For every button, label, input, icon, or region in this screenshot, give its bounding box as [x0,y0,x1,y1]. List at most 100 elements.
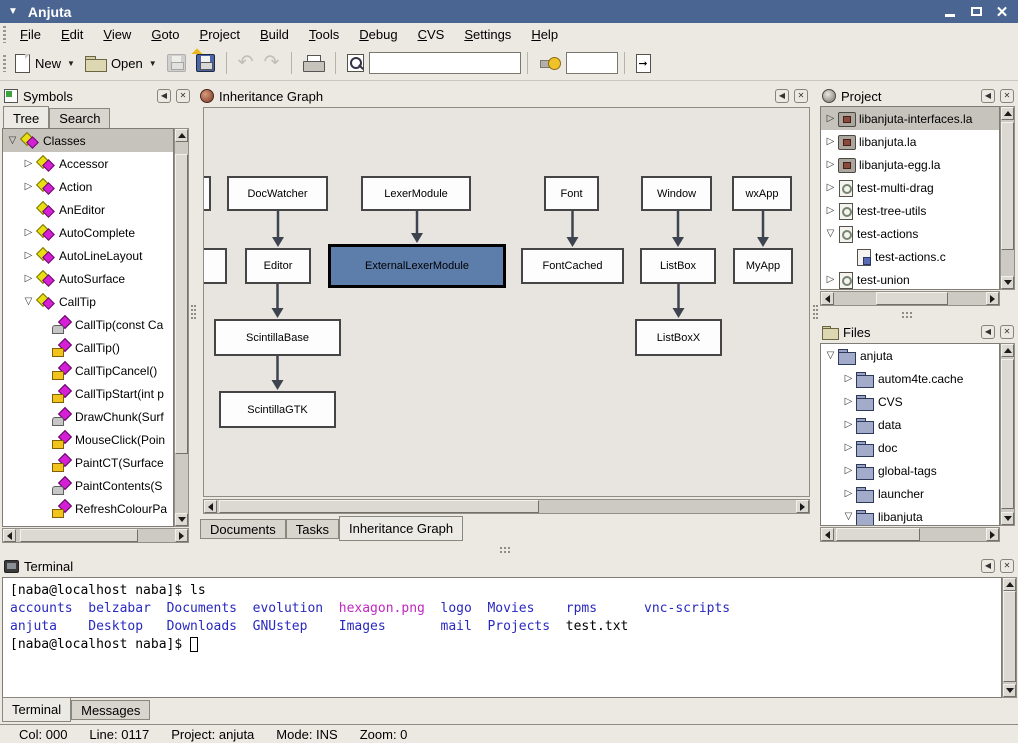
scrollbar-track[interactable] [834,292,986,305]
tree-row-aneditor[interactable]: AnEditor [3,198,173,221]
tab-terminal[interactable]: Terminal [2,697,71,722]
terminal-output[interactable]: [naba@localhost naba]$ lsaccounts belzab… [2,577,1002,698]
terminal-splitter-grip[interactable] [500,547,512,553]
tree-row-paintcontents-s[interactable]: PaintContents(S [3,474,173,497]
tree-row-test-actions-c[interactable]: test-actions.c [821,245,999,268]
expander-closed-icon[interactable]: ▷ [21,181,36,192]
menu-debug[interactable]: Debug [349,23,407,46]
tree-row-drawchunk-surf[interactable]: DrawChunk(Surf [3,405,173,428]
graph-node-scintillabase[interactable]: ScintillaBase [214,319,341,356]
tree-row-autosurface[interactable]: ▷AutoSurface [3,267,173,290]
scroll-up-button[interactable] [1001,107,1014,120]
tree-row-classes[interactable]: ▽Classes [3,129,173,152]
save-button[interactable] [162,51,191,75]
tree-row-cvs[interactable]: ▷CVS [821,390,999,413]
scroll-right-button[interactable] [175,529,188,542]
scroll-left-button[interactable] [204,500,217,513]
tree-row-calltip[interactable]: ▽CallTip [3,290,173,313]
left-splitter-grip[interactable] [191,305,197,321]
find-button[interactable] [342,51,369,75]
expander-closed-icon[interactable]: ▷ [823,113,838,124]
tree-row-calltipcancel[interactable]: CallTipCancel() [3,359,173,382]
tree-row-launcher[interactable]: ▷launcher [821,482,999,505]
open-dropdown-icon[interactable]: ▼ [149,59,157,68]
graph-node-myapp[interactable]: MyApp [733,248,793,284]
window-menu-icon[interactable]: ▼ [8,6,18,17]
scroll-right-button[interactable] [796,500,809,513]
tab-tasks[interactable]: Tasks [286,519,339,539]
graph-node-docwatcher[interactable]: DocWatcher [227,176,328,211]
expander-closed-icon[interactable]: ▷ [841,396,856,407]
symbols-horizontal-scrollbar[interactable] [2,528,189,543]
graph-node-externallexermodule[interactable]: ExternalLexerModule [328,244,506,288]
menu-goto[interactable]: Goto [141,23,189,46]
scroll-up-button[interactable] [175,129,188,142]
tree-row-autocomplete[interactable]: ▷AutoComplete [3,221,173,244]
graph-node-wxapp[interactable]: wxApp [732,176,792,211]
scrollbar-track[interactable] [175,142,188,513]
tree-row-test-tree-utils[interactable]: ▷test-tree-utils [821,199,999,222]
scrollbar-thumb[interactable] [876,292,948,305]
expander-open-icon[interactable]: ▽ [823,228,838,239]
menu-tools[interactable]: Tools [299,23,349,46]
graph-dock-button[interactable]: ◀ [775,89,789,103]
expander-closed-icon[interactable]: ▷ [21,158,36,169]
search-input[interactable] [369,52,521,74]
scrollbar-thumb[interactable] [219,500,539,513]
tab-inheritance-graph[interactable]: Inheritance Graph [339,516,463,541]
graph-node-listbox[interactable]: ListBox [640,248,716,284]
goto-line-input[interactable] [566,52,618,74]
expander-closed-icon[interactable]: ▷ [823,182,838,193]
expander-closed-icon[interactable]: ▷ [21,273,36,284]
scrollbar-thumb[interactable] [1001,359,1014,509]
expander-open-icon[interactable]: ▽ [21,296,36,307]
tab-documents[interactable]: Documents [200,519,286,539]
scrollbar-thumb[interactable] [1001,122,1014,250]
tab-search[interactable]: Search [49,108,110,128]
tree-row-autolinelayout[interactable]: ▷AutoLineLayout [3,244,173,267]
expander-closed-icon[interactable]: ▷ [841,488,856,499]
undo-button[interactable]: ↶ [233,52,259,74]
scroll-left-button[interactable] [821,528,834,541]
expander-closed-icon[interactable]: ▷ [823,274,838,285]
new-dropdown-icon[interactable]: ▼ [67,59,75,68]
graph-node-lexermodule[interactable]: LexerModule [361,176,471,211]
expander-closed-icon[interactable]: ▷ [823,136,838,147]
tree-row-libanjuta[interactable]: ▽libanjuta [821,505,999,526]
symbols-vertical-scrollbar[interactable] [174,128,189,527]
scrollbar-track[interactable] [16,529,175,542]
scroll-down-button[interactable] [1003,684,1016,697]
menu-settings[interactable]: Settings [454,23,521,46]
print-button[interactable] [298,52,329,75]
tab-tree[interactable]: Tree [3,106,49,128]
scrollbar-thumb[interactable] [836,528,920,541]
open-button[interactable]: Open ▼ [80,53,162,74]
files-horizontal-scrollbar[interactable] [820,527,1000,542]
tree-row-test-union[interactable]: ▷test-union [821,268,999,290]
minimize-button[interactable] [942,4,958,20]
graph-node-scintillagtk[interactable]: ScintillaGTK [219,391,336,428]
tree-row-libanjuta-la[interactable]: ▷libanjuta.la [821,130,999,153]
scrollbar-track[interactable] [1003,591,1016,684]
graph-node-fontcached[interactable]: FontCached [521,248,624,284]
graph-node-editor[interactable]: Editor [245,248,311,284]
expander-closed-icon[interactable]: ▷ [823,159,838,170]
project-files-splitter-grip[interactable] [902,312,914,318]
graph-node-window[interactable]: Window [641,176,712,211]
terminal-vertical-scrollbar[interactable] [1002,577,1017,698]
scroll-up-button[interactable] [1001,344,1014,357]
redo-button[interactable]: ↷ [259,52,285,74]
close-button[interactable]: ✕ [994,4,1010,20]
tree-row-action[interactable]: ▷Action [3,175,173,198]
menu-edit[interactable]: Edit [51,23,93,46]
menu-view[interactable]: View [93,23,141,46]
titlebar[interactable]: ▼ Anjuta ✕ [0,0,1018,23]
tree-row-autom4te-cache[interactable]: ▷autom4te.cache [821,367,999,390]
tree-row-doc[interactable]: ▷doc [821,436,999,459]
project-close-button[interactable]: ✕ [1000,89,1014,103]
new-button[interactable]: New ▼ [10,51,80,76]
toolbar-drag-handle[interactable] [3,55,6,72]
tree-row-calltipstart-int-p[interactable]: CallTipStart(int p [3,382,173,405]
expander-closed-icon[interactable]: ▷ [841,419,856,430]
tree-row-calltip[interactable]: CallTip() [3,336,173,359]
